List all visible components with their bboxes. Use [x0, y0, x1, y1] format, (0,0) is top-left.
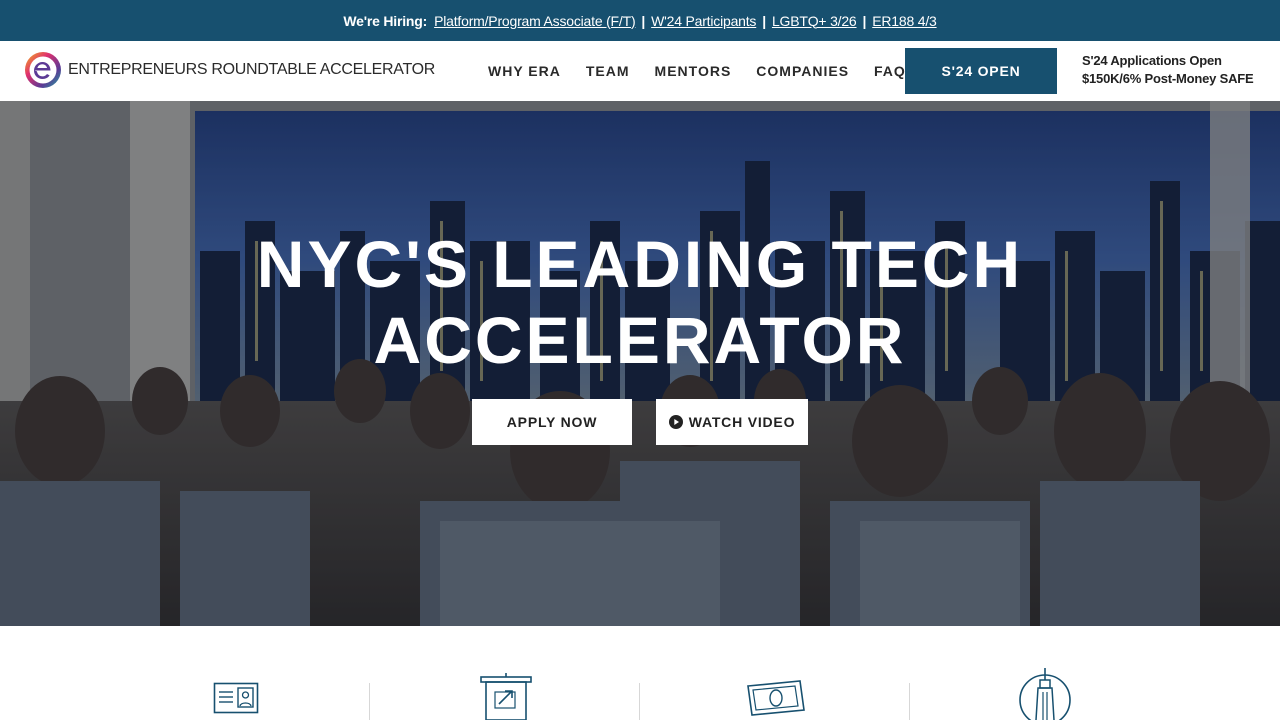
s24-open-button[interactable]: S'24 OPEN [905, 48, 1057, 94]
feature-divider [909, 683, 910, 720]
logo-text: ENTREPRENEURS ROUNDTABLE ACCELERATOR [68, 61, 436, 78]
hiring-link-er188[interactable]: ER188 4/3 [872, 13, 937, 29]
safe-terms-text: $150K/6% Post-Money SAFE [1082, 71, 1254, 86]
apply-now-button[interactable]: APPLY NOW [472, 399, 632, 445]
separator: | [641, 12, 646, 29]
empire-state-building-icon [1019, 668, 1071, 720]
nav-faq[interactable]: FAQ [874, 63, 906, 79]
feature-divider [639, 683, 640, 720]
presentation-board-icon [480, 673, 532, 720]
hiring-label: We're Hiring: [343, 12, 428, 29]
site-header: ENTREPRENEURS ROUNDTABLE ACCELERATOR WHY… [0, 41, 1280, 101]
hero-title: NYC'S LEADING TECH ACCELERATOR [0, 226, 1280, 378]
hiring-link-platform-associate[interactable]: Platform/Program Associate (F/T) [434, 13, 636, 29]
play-icon [668, 415, 683, 429]
id-card-icon [213, 682, 259, 714]
separator: | [862, 12, 867, 29]
hiring-link-w24-participants[interactable]: W'24 Participants [651, 13, 756, 29]
hiring-link-lgbtq[interactable]: LGBTQ+ 3/26 [772, 13, 857, 29]
hero-title-line1: NYC'S LEADING TECH [256, 227, 1024, 301]
main-nav: WHY ERA TEAM MENTORS COMPANIES FAQ [488, 41, 931, 101]
era-logo-icon [25, 52, 61, 88]
feature-divider [369, 683, 370, 720]
hero-buttons: APPLY NOW WATCH VIDEO [0, 399, 1280, 445]
watch-video-button[interactable]: WATCH VIDEO [656, 399, 808, 445]
nav-team[interactable]: TEAM [586, 63, 630, 79]
hero-section: NYC'S LEADING TECH ACCELERATOR APPLY NOW… [0, 101, 1280, 626]
applications-info: S'24 Applications Open $150K/6% Post-Mon… [1082, 52, 1254, 88]
separator: | [762, 12, 766, 29]
logo-link[interactable]: ENTREPRENEURS ROUNDTABLE ACCELERATOR [24, 51, 435, 89]
nav-mentors[interactable]: MENTORS [655, 63, 732, 79]
nav-why-era[interactable]: WHY ERA [488, 63, 561, 79]
hero-title-line2: ACCELERATOR [373, 303, 907, 377]
money-bill-icon [747, 680, 805, 716]
features-row [0, 626, 1280, 720]
watch-video-label: WATCH VIDEO [688, 414, 796, 430]
applications-open-text: S'24 Applications Open [1082, 53, 1222, 68]
hiring-announcement-bar: We're Hiring: Platform/Program Associate… [0, 0, 1280, 41]
nav-companies[interactable]: COMPANIES [756, 63, 849, 79]
